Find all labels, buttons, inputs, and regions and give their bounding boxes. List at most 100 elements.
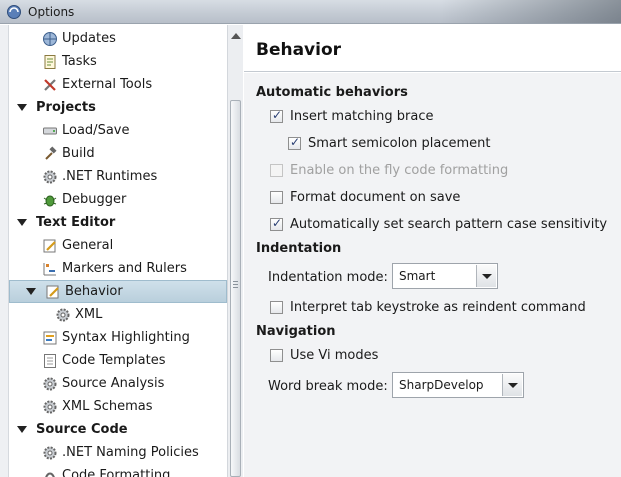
insert-matching-brace-checkbox[interactable]	[270, 108, 283, 123]
bug-icon	[42, 192, 58, 208]
edit-icon	[42, 238, 58, 254]
tree-group-projects[interactable]: Projects	[0, 96, 228, 119]
section-automatic-behaviors: Automatic behaviors	[256, 85, 408, 100]
tree-item-label: Source Analysis	[62, 376, 165, 391]
smart-semicolon-option[interactable]: Smart semicolon placement	[288, 135, 491, 151]
gear-icon	[42, 445, 58, 461]
options-panel: Behavior Automatic behaviors Insert matc…	[244, 25, 621, 477]
tree-gutter	[0, 25, 9, 477]
tree-item-label: XML	[75, 307, 103, 322]
tree-item-code-formatting[interactable]: Code Formatting	[0, 464, 228, 477]
tree-item-label: General	[62, 238, 114, 253]
tree-item-behavior[interactable]: Behavior	[9, 280, 227, 303]
page-title: Behavior	[256, 40, 342, 60]
tree-item-label: Behavior	[65, 284, 123, 299]
select-value: SharpDevelop	[399, 378, 484, 392]
gear-icon	[42, 169, 58, 185]
tree-item-label: Load/Save	[62, 123, 130, 138]
tree-group-source-code[interactable]: Source Code	[0, 418, 228, 441]
tree-item-net-naming-policies[interactable]: .NET Naming Policies	[0, 441, 228, 464]
scroll-up-arrow-icon[interactable]	[231, 33, 241, 39]
option-label: Automatically set search pattern case se…	[290, 217, 608, 232]
tree-item-label: Markers and Rulers	[62, 261, 187, 276]
indentation-mode-select[interactable]: Smart	[392, 263, 498, 289]
expand-arrow-icon[interactable]	[26, 288, 36, 295]
word-break-mode-select[interactable]: SharpDevelop	[392, 372, 524, 398]
markers-icon	[42, 261, 58, 277]
option-label: Interpret tab keystroke as reindent comm…	[290, 300, 586, 315]
tree-item-source-analysis[interactable]: Source Analysis	[0, 372, 228, 395]
tree-group-label: Projects	[36, 100, 96, 115]
tree-item-syntax-highlighting[interactable]: Syntax Highlighting	[0, 326, 228, 349]
expand-arrow-icon[interactable]	[17, 104, 27, 111]
gear-icon	[42, 399, 58, 415]
tree-item-load-save[interactable]: Load/Save	[0, 119, 228, 142]
app-icon	[6, 4, 22, 20]
chevron-down-icon[interactable]	[476, 265, 496, 287]
options-tree: Updates Tasks External Tools Projects Lo…	[0, 25, 243, 477]
tree-item-label: .NET Runtimes	[62, 169, 158, 184]
on-the-fly-formatting-option: Enable on the fly code formatting	[270, 163, 508, 178]
tree-group-label: Source Code	[36, 422, 128, 437]
indentation-mode-label: Indentation mode:	[268, 270, 388, 285]
word-break-mode-label: Word break mode:	[268, 379, 388, 394]
tree-group-label: Text Editor	[36, 215, 116, 230]
tree-item-label: Code Formatting	[62, 468, 171, 477]
edit-icon	[45, 284, 61, 300]
tools-icon	[42, 77, 58, 93]
tree-item-label: Build	[62, 146, 95, 161]
format-on-save-checkbox[interactable]	[270, 191, 283, 204]
on-the-fly-formatting-checkbox	[270, 164, 283, 177]
tree-item-net-runtimes[interactable]: .NET Runtimes	[0, 165, 228, 188]
highlight-icon	[42, 330, 58, 346]
expand-arrow-icon[interactable]	[17, 426, 27, 433]
panel-body: Automatic behaviors Insert matching brac…	[244, 73, 621, 477]
vi-modes-option[interactable]: Use Vi modes	[270, 348, 378, 363]
title-bar: Options	[0, 0, 621, 24]
chevron-down-icon[interactable]	[502, 374, 522, 396]
tree-item-tasks[interactable]: Tasks	[0, 50, 228, 73]
window-title: Options	[28, 4, 75, 19]
tree-scrollbar[interactable]	[227, 25, 243, 477]
option-label: Use Vi modes	[290, 348, 379, 363]
tree-item-markers-and-rulers[interactable]: Markers and Rulers	[0, 257, 228, 280]
option-label: Enable on the fly code formatting	[290, 163, 509, 178]
tree-item-label: External Tools	[62, 77, 153, 92]
tab-reindent-option[interactable]: Interpret tab keystroke as reindent comm…	[270, 300, 586, 315]
tree-item-label: .NET Naming Policies	[62, 445, 199, 460]
format-icon	[42, 468, 58, 477]
search-case-sensitivity-option[interactable]: Automatically set search pattern case se…	[270, 216, 608, 232]
hammer-icon	[42, 145, 58, 162]
panel-header: Behavior	[244, 25, 621, 72]
tasks-icon	[42, 54, 58, 70]
tree-item-label: Syntax Highlighting	[62, 330, 190, 345]
tree-item-build[interactable]: Build	[0, 142, 228, 165]
section-navigation: Navigation	[256, 324, 336, 339]
smart-semicolon-checkbox[interactable]	[288, 135, 301, 150]
insert-matching-brace-option[interactable]: Insert matching brace	[270, 108, 434, 124]
vi-modes-checkbox[interactable]	[270, 349, 283, 362]
gear-icon	[55, 307, 71, 323]
tree-item-label: XML Schemas	[62, 399, 153, 414]
gear-icon	[42, 376, 58, 392]
scrollbar-thumb[interactable]	[230, 100, 241, 477]
search-case-sensitivity-checkbox[interactable]	[270, 216, 283, 231]
tree-item-label: Tasks	[62, 54, 97, 69]
tree-item-xml-schemas[interactable]: XML Schemas	[0, 395, 228, 418]
drive-icon	[42, 123, 58, 139]
tree-item-debugger[interactable]: Debugger	[0, 188, 228, 211]
tree-item-general[interactable]: General	[0, 234, 228, 257]
tree-item-updates[interactable]: Updates	[0, 27, 228, 50]
section-indentation: Indentation	[256, 241, 342, 256]
grip-icon	[233, 281, 238, 290]
tree-item-xml[interactable]: XML	[0, 303, 228, 326]
option-label: Smart semicolon placement	[308, 136, 491, 151]
expand-arrow-icon[interactable]	[17, 219, 27, 226]
tree-group-text-editor[interactable]: Text Editor	[0, 211, 228, 234]
option-label: Insert matching brace	[290, 109, 434, 124]
tab-reindent-checkbox[interactable]	[270, 301, 283, 314]
tree-item-code-templates[interactable]: Code Templates	[0, 349, 228, 372]
tree-item-external-tools[interactable]: External Tools	[0, 73, 228, 96]
format-on-save-option[interactable]: Format document on save	[270, 190, 460, 205]
tree-item-label: Updates	[62, 31, 116, 46]
